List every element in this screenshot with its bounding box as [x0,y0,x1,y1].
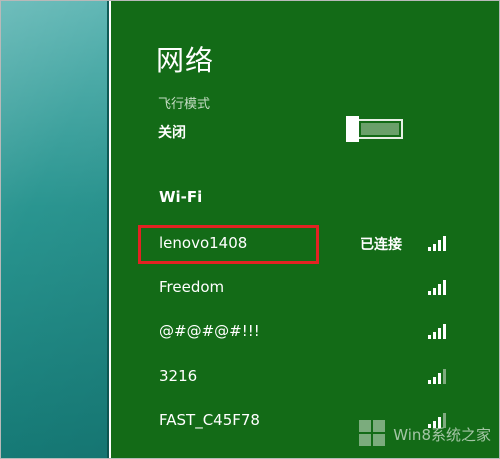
toggle-track-fill [361,123,399,135]
airplane-mode-label: 飞行模式 [158,97,211,112]
panel-title: 网络 [156,44,215,77]
network-item-freedom[interactable]: Freedom [138,268,478,308]
wifi-signal-icon [428,233,450,251]
network-item-symbols[interactable]: @#@#@#!!! [138,312,478,352]
network-connected-status: 已连接 [360,237,402,253]
windows-logo-icon [359,420,387,448]
wifi-signal-icon [428,366,450,384]
toggle-knob[interactable] [346,116,359,142]
watermark: Win8系统之家 [359,420,491,448]
airplane-mode-toggle[interactable] [346,116,403,142]
airplane-mode-state: 关闭 [158,125,186,141]
network-name: 3216 [159,367,198,385]
network-name: FAST_C45F78 [159,411,260,429]
wifi-signal-icon [428,321,450,339]
desktop-background [1,1,109,458]
wifi-section-heading: Wi-Fi [159,188,203,206]
network-name: @#@#@#!!! [159,322,260,340]
watermark-text: Win8系统之家 [393,425,491,444]
red-highlight-box [138,225,319,264]
network-item-3216[interactable]: 3216 [138,357,478,397]
wifi-signal-icon [428,277,450,295]
screenshot-frame: 网络 飞行模式 关闭 Wi-Fi lenovo1408 已连接 Freedom … [0,0,500,459]
network-name: Freedom [159,278,225,296]
